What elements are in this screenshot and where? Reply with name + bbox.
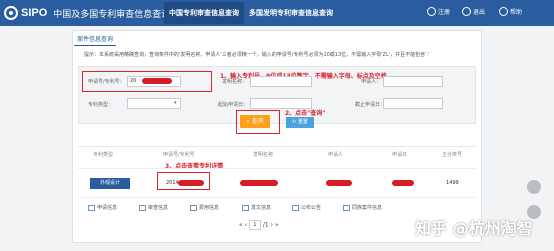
action-application-info[interactable]: 申请信息 [88, 204, 117, 211]
first-page-icon[interactable]: « [239, 222, 243, 229]
next-page-icon[interactable]: › [271, 222, 273, 229]
document-icon [343, 204, 350, 211]
document-icon [88, 204, 95, 211]
search-icon: ⌕ [246, 118, 250, 125]
document-icon [190, 204, 197, 211]
chevron-down-icon: ▾ [174, 100, 177, 106]
site-title: 中国及多国专利审查信息查询 [53, 9, 171, 20]
action-label: 申请信息 [97, 205, 118, 211]
register-link[interactable]: 注册 [438, 7, 450, 16]
applicant-input[interactable] [383, 76, 443, 87]
search-hint: 提示：本系统采用精确查询，查询条件中的'发明名称、申请人'三者必须精一个，输入的… [84, 52, 430, 58]
action-label: 审查信息 [148, 205, 169, 211]
sipo-logo-icon [4, 6, 18, 20]
annotation-step2: 2、点击"查询" [285, 110, 326, 117]
patent-type-select[interactable] [127, 98, 181, 109]
watermark: 知乎 @杭州淘智 [415, 219, 533, 238]
document-icon [242, 204, 249, 211]
search-button-label: 查询 [251, 118, 264, 125]
patent-type-label: 专利类型： [88, 102, 114, 108]
user-icon [427, 7, 436, 16]
redaction-mark [392, 180, 414, 186]
patent-type-badge: 外观设计 [90, 178, 130, 189]
action-label: 费用信息 [199, 205, 220, 211]
side-tool-button[interactable] [527, 180, 541, 194]
action-label: 公布公告 [301, 205, 322, 211]
action-publication[interactable]: 公布公告 [292, 204, 321, 211]
action-label: 发文信息 [251, 205, 272, 211]
col-header-class-no: 主分类号 [442, 152, 463, 158]
total-pages: 1 [264, 221, 269, 229]
action-family-cases[interactable]: 同族案件信息 [343, 204, 382, 211]
logout-icon [462, 7, 471, 16]
document-icon [139, 204, 146, 211]
reset-button-label: 重置 [297, 119, 308, 125]
start-date-label: 起始申请日： [218, 102, 249, 108]
action-fee-info[interactable]: 费用信息 [190, 204, 219, 211]
tab-china-patent[interactable]: 中国专利审查信息查询 [164, 2, 244, 24]
col-header-application-date: 申请日 [392, 152, 408, 158]
tab-case-info-query[interactable]: 案件信息查询 [74, 32, 117, 46]
last-page-icon[interactable]: » [275, 222, 279, 229]
redaction-mark [240, 180, 278, 186]
divider [78, 146, 476, 147]
brand-name: SIPO [21, 7, 48, 19]
page-input[interactable]: 1 [248, 220, 261, 230]
invention-name-label: 发明名称： [222, 79, 248, 85]
col-header-type: 专利类型 [93, 152, 114, 158]
tab-multi-country[interactable]: 多国发明专利审查信息查询 [246, 2, 336, 24]
row-class-no: 1499 [446, 180, 459, 186]
logout-link[interactable]: 退出 [473, 7, 485, 16]
pagination: « ‹ 1 /1 › » [239, 220, 279, 230]
end-date-input[interactable] [383, 98, 443, 109]
highlight-app-no [157, 172, 210, 190]
action-examination-info[interactable]: 审查信息 [139, 204, 168, 211]
action-label: 同族案件信息 [352, 205, 383, 211]
help-link[interactable]: 帮助 [510, 7, 522, 16]
action-dispatch-info[interactable]: 发文信息 [242, 204, 271, 211]
main-panel [72, 30, 482, 243]
highlight-application-no [82, 71, 212, 92]
logo: SIPO 中国及多国专利审查信息查询 [4, 5, 170, 21]
applicant-label: 申请人： [361, 79, 382, 85]
document-icon [292, 204, 299, 211]
search-button[interactable]: ⌕ 查询 [240, 115, 270, 128]
help-icon [499, 7, 508, 16]
top-bar: SIPO 中国及多国专利审查信息查询 中国专利审查信息查询 多国发明专利审查信息… [0, 0, 554, 26]
reset-button[interactable]: ↻ 重置 [286, 117, 314, 128]
col-header-invention-name: 发明名称 [253, 152, 274, 158]
end-date-label: 截止申请日： [355, 102, 386, 108]
prev-page-icon[interactable]: ‹ [245, 222, 247, 229]
col-header-applicant: 申请人 [328, 152, 344, 158]
refresh-icon: ↻ [292, 119, 297, 125]
col-header-app-no: 申请号/专利号 [163, 152, 195, 158]
redaction-mark [326, 180, 352, 186]
invention-name-input[interactable] [250, 76, 312, 87]
